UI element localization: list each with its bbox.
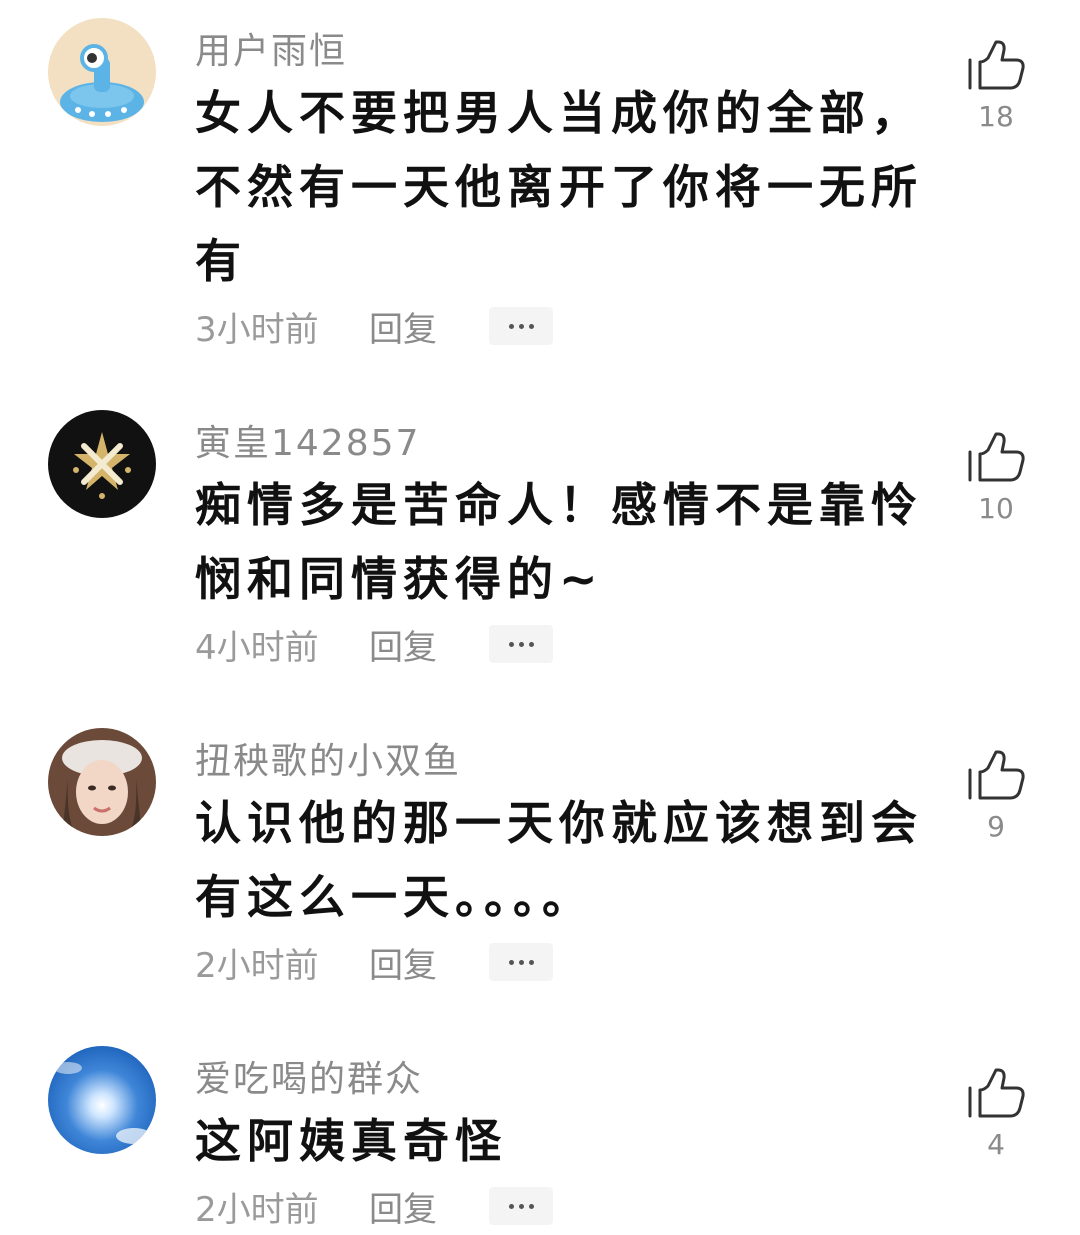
more-icon-dot: [528, 959, 534, 965]
more-icon: [508, 323, 514, 329]
username[interactable]: 爱吃喝的群众: [195, 1050, 423, 1102]
comment-meta: 3小时前 回复: [195, 302, 553, 351]
more-icon-dot: [518, 641, 524, 647]
sun-sky-avatar-icon: [48, 1046, 156, 1154]
timestamp: 2小时前: [195, 945, 319, 986]
like-count: 18: [978, 100, 1014, 133]
more-options-button[interactable]: [489, 307, 553, 345]
comment-text: 痴情多是苦命人！感情不是靠怜悯和同情获得的~: [195, 478, 923, 606]
avatar[interactable]: [48, 410, 156, 518]
more-icon-dot: [518, 959, 524, 965]
comment-meta: 2小时前 回复: [195, 938, 553, 987]
like-count: 9: [987, 810, 1005, 843]
username[interactable]: 寅皇142857: [195, 414, 420, 466]
like-button[interactable]: 18: [964, 38, 1028, 133]
like-button[interactable]: 10: [964, 430, 1028, 525]
avatar[interactable]: [48, 728, 156, 836]
thumbs-up-icon: [968, 432, 1025, 482]
more-options-button[interactable]: [489, 1187, 553, 1225]
reply-button[interactable]: 回复: [369, 938, 479, 987]
comment-text: 女人不要把男人当成你的全部，不然有一天他离开了你将一无所有: [195, 86, 923, 288]
comment-text: 这阿姨真奇怪: [195, 1114, 507, 1168]
like-button[interactable]: 9: [964, 748, 1028, 843]
reply-button[interactable]: 回复: [369, 302, 479, 351]
timestamp: 2小时前: [195, 1189, 319, 1230]
comment-meta: 4小时前 回复: [195, 620, 553, 669]
more-icon-dot: [528, 323, 534, 329]
gold-star-emblem-avatar-icon: [48, 410, 156, 518]
more-icon: [508, 641, 514, 647]
more-icon: [508, 1203, 514, 1209]
timestamp: 3小时前: [195, 309, 319, 350]
username[interactable]: 扭秧歌的小双鱼: [195, 732, 461, 784]
comment-text: 认识他的那一天你就应该想到会有这么一天。。。。: [195, 796, 923, 924]
reply-button[interactable]: 回复: [369, 620, 479, 669]
thumbs-up-icon: [968, 40, 1025, 90]
avatar[interactable]: [48, 1046, 156, 1154]
username[interactable]: 用户雨恒: [195, 22, 347, 74]
more-options-button[interactable]: [489, 943, 553, 981]
more-icon-dot: [518, 1203, 524, 1209]
reply-button[interactable]: 回复: [369, 1182, 479, 1231]
avatar[interactable]: [48, 18, 156, 126]
comment-meta: 2小时前 回复: [195, 1182, 553, 1231]
more-icon-dot: [528, 1203, 534, 1209]
like-count: 4: [987, 1128, 1005, 1161]
more-icon-dot: [528, 641, 534, 647]
like-button[interactable]: 4: [964, 1066, 1028, 1161]
person-photo-avatar-icon: [48, 728, 156, 836]
more-icon-dot: [518, 323, 524, 329]
thumbs-up-icon: [968, 1068, 1025, 1118]
cartoon-creature-avatar-icon: [48, 18, 156, 126]
like-count: 10: [978, 492, 1014, 525]
more-options-button[interactable]: [489, 625, 553, 663]
thumbs-up-icon: [968, 750, 1025, 800]
timestamp: 4小时前: [195, 627, 319, 668]
more-icon: [508, 959, 514, 965]
